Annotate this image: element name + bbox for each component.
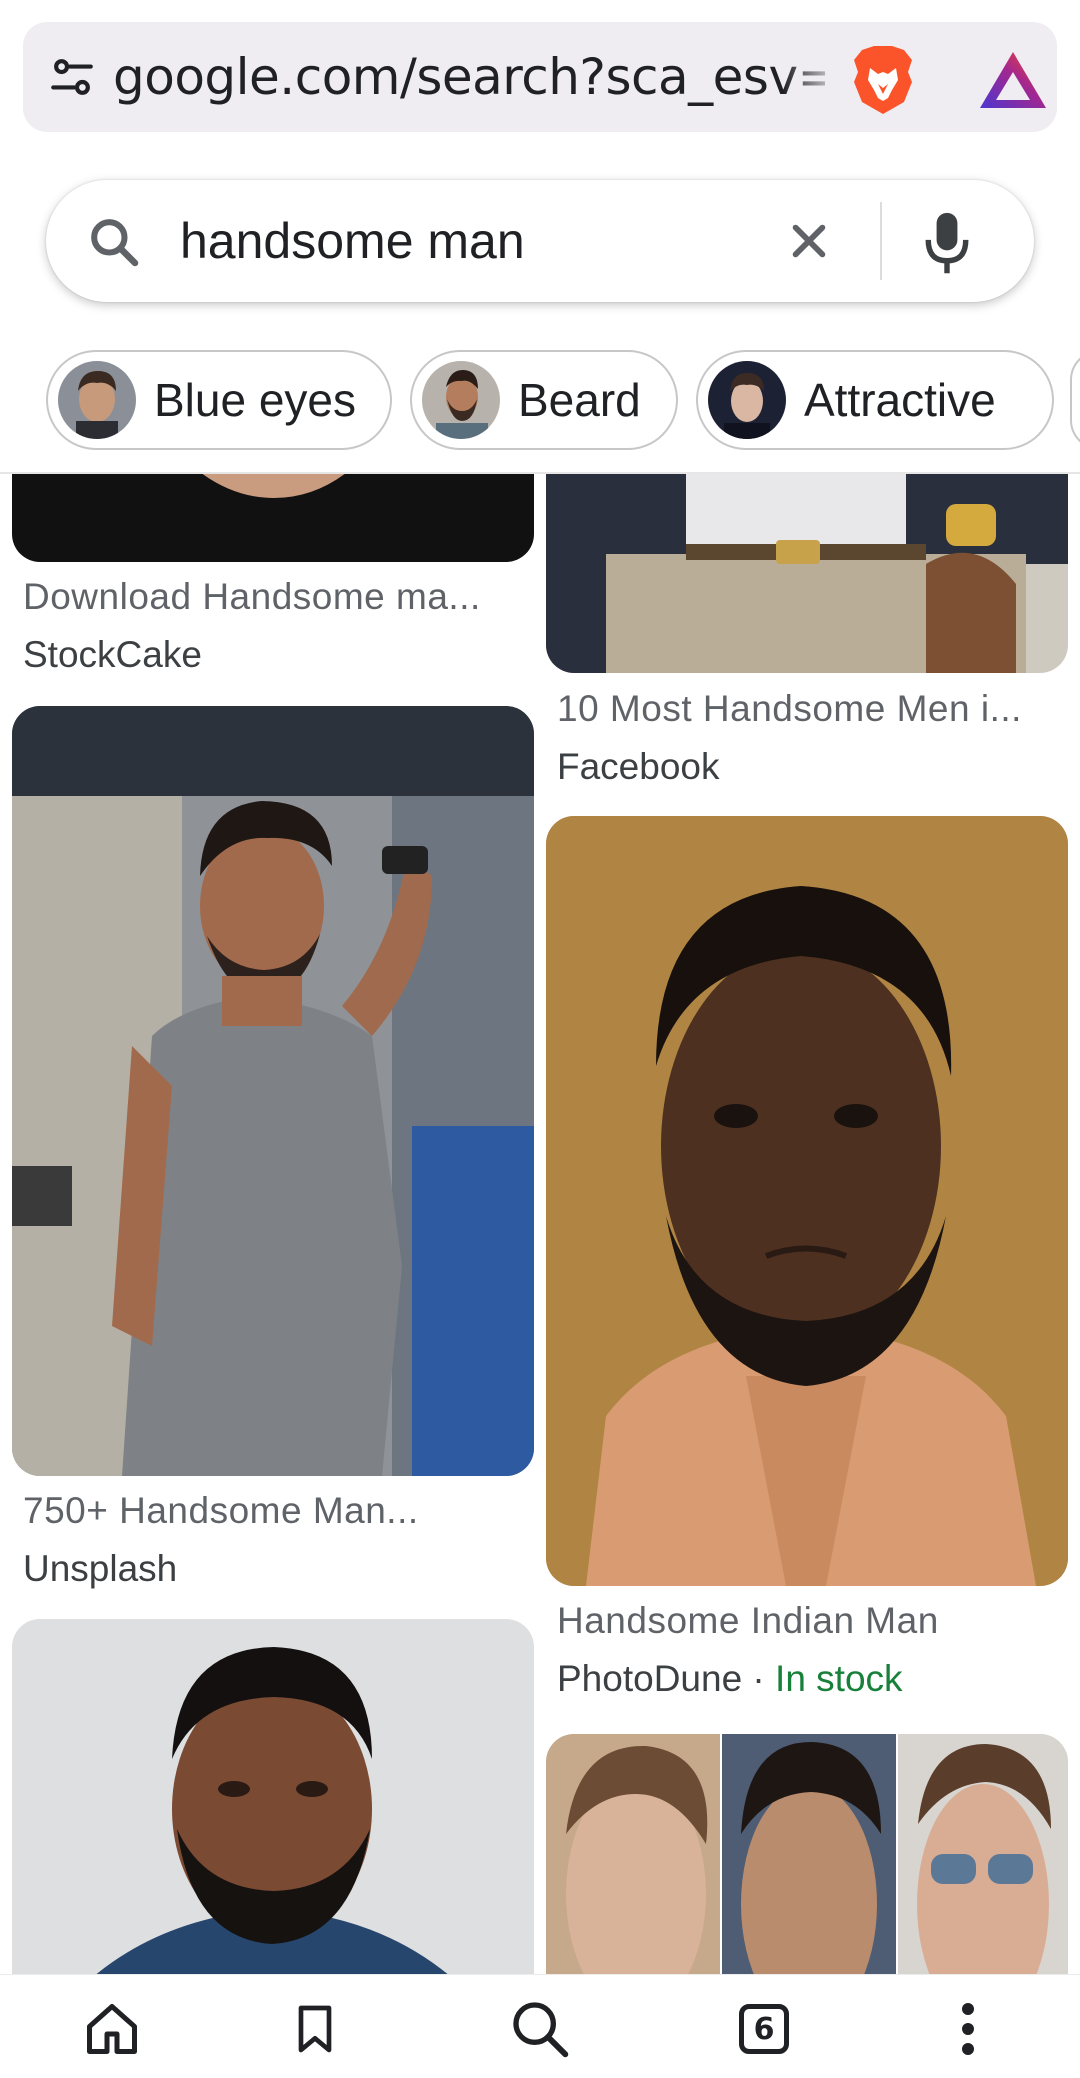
more-menu-button[interactable] — [928, 1989, 1008, 2069]
result-title[interactable]: Handsome Indian Man — [557, 1600, 939, 1642]
mic-icon[interactable] — [922, 208, 972, 276]
chip-label: Attractive — [804, 374, 996, 426]
bottom-toolbar: 6 — [0, 1974, 1080, 2078]
bookmark-icon — [298, 2005, 332, 2053]
tune-icon[interactable] — [47, 52, 97, 102]
result-source[interactable]: PhotoDune · In stock — [557, 1658, 903, 1700]
brave-lion-icon[interactable] — [848, 44, 918, 116]
url-fade — [783, 22, 843, 132]
chip-attractive[interactable]: Attractive — [696, 350, 1054, 450]
result-title[interactable]: Download Handsome ma... — [23, 576, 481, 618]
chip-blue-eyes[interactable]: Blue eyes — [46, 350, 392, 450]
chip-beard[interactable]: Beard — [410, 350, 678, 450]
in-stock-badge: In stock — [775, 1658, 903, 1699]
search-nav-button[interactable] — [500, 1989, 580, 2069]
result-source[interactable]: Facebook — [557, 746, 720, 788]
result-image[interactable] — [12, 1619, 534, 1974]
result-separator: · — [742, 1658, 776, 1699]
home-button[interactable] — [72, 1989, 152, 2069]
tab-count: 6 — [753, 2011, 775, 2047]
url-text[interactable]: google.com/search?sca_esv=b3 — [113, 22, 825, 132]
search-nav-icon — [513, 2002, 569, 2058]
result-source[interactable]: StockCake — [23, 634, 202, 676]
brave-rewards-icon[interactable] — [978, 50, 1048, 110]
search-input[interactable] — [180, 180, 780, 302]
search-divider — [880, 202, 882, 280]
refinement-chips: Blue eyes Beard Attractive — [0, 350, 1080, 454]
search-icon[interactable] — [86, 214, 142, 270]
result-source-name: PhotoDune — [557, 1658, 743, 1699]
chip-avatar — [58, 361, 136, 439]
result-image[interactable] — [546, 816, 1068, 1586]
bookmark-button[interactable] — [275, 1989, 355, 2069]
tabs-button[interactable]: 6 — [724, 1989, 804, 2069]
result-title[interactable]: 750+ Handsome Man... — [23, 1490, 419, 1532]
chip-label: Blue eyes — [154, 374, 357, 426]
url-bar[interactable]: google.com/search?sca_esv=b3 — [23, 22, 1057, 132]
result-image[interactable] — [546, 474, 1068, 673]
result-source[interactable]: Unsplash — [23, 1548, 177, 1590]
result-image[interactable] — [546, 1734, 1068, 1974]
result-image[interactable] — [12, 706, 534, 1476]
search-box[interactable] — [46, 180, 1034, 302]
result-image[interactable] — [12, 474, 534, 562]
home-icon — [87, 2004, 137, 2054]
image-results: Download Handsome ma... StockCake 10 Mos… — [0, 474, 1080, 1974]
chip-label: Beard — [518, 374, 641, 426]
more-vert-icon — [962, 2003, 974, 2055]
chip-avatar — [422, 361, 500, 439]
chip-avatar — [708, 361, 786, 439]
chip-more[interactable] — [1070, 350, 1080, 450]
clear-icon[interactable] — [786, 218, 832, 264]
result-title[interactable]: 10 Most Handsome Men i... — [557, 688, 1022, 730]
